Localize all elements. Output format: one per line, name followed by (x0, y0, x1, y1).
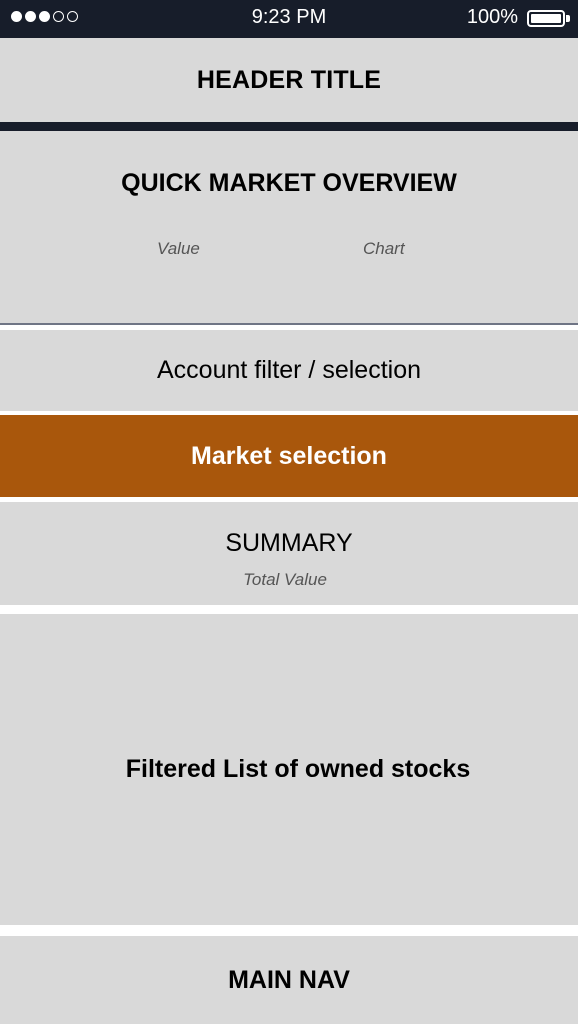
overview-title: QUICK MARKET OVERVIEW (121, 169, 457, 197)
quick-market-overview[interactable]: QUICK MARKET OVERVIEW Value Chart (0, 131, 578, 324)
phone-screen: 9:23 PM 100% HEADER TITLE QUICK MARKET O… (0, 0, 578, 1024)
battery-tip (566, 15, 570, 22)
overview-divider (0, 323, 578, 325)
header-divider (0, 122, 578, 131)
summary-section: SUMMARY Total Value (0, 502, 578, 605)
status-bar: 9:23 PM 100% (0, 0, 578, 38)
main-nav[interactable]: MAIN NAV (0, 936, 578, 1024)
market-selection-label: Market selection (191, 441, 387, 470)
battery-percent: 100% (466, 6, 518, 28)
main-nav-label: MAIN NAV (228, 965, 350, 994)
summary-total-value: Total Value (243, 570, 327, 589)
owned-stocks-list[interactable]: Filtered List of owned stocks (0, 614, 578, 925)
owned-stocks-list-label: Filtered List of owned stocks (125, 755, 471, 783)
battery-icon (527, 10, 565, 27)
account-filter-button[interactable]: Account filter / selection (0, 330, 578, 411)
overview-value-label: Value (157, 239, 200, 258)
overview-chart-label[interactable]: Chart (363, 239, 405, 259)
header-title: HEADER TITLE (196, 65, 382, 94)
summary-title: SUMMARY (225, 529, 353, 557)
header: HEADER TITLE (0, 38, 578, 122)
market-selection-button[interactable]: Market selection (0, 415, 578, 497)
account-filter-label: Account filter / selection (156, 356, 421, 384)
